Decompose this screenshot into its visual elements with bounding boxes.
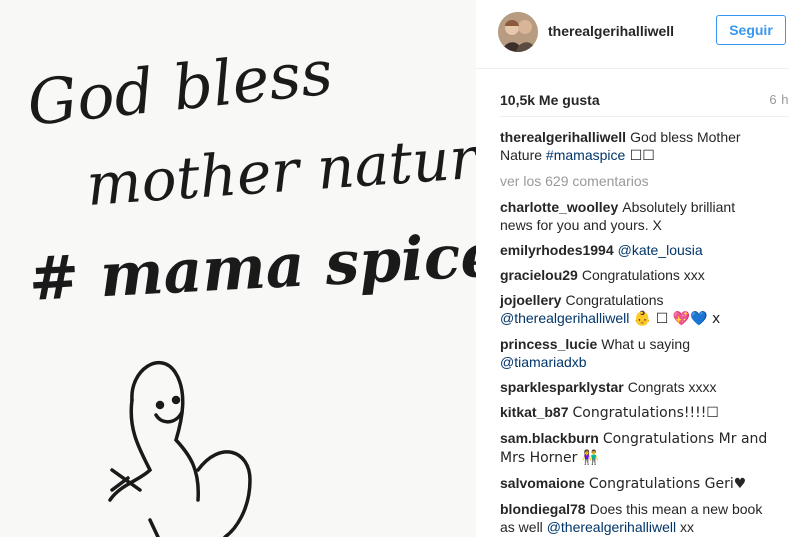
comment-username[interactable]: gracielou29 bbox=[500, 267, 578, 283]
caption-hashtag[interactable]: #mamaspice bbox=[546, 147, 625, 163]
likes-count[interactable]: 10,5k Me gusta bbox=[500, 92, 600, 108]
post-details-panel: therealgerihalliwell Seguir 10,5k Me gus… bbox=[476, 0, 789, 537]
comments-list: therealgerihalliwell God bless Mother Nat… bbox=[500, 128, 768, 543]
comment-text: What u saying bbox=[601, 336, 690, 352]
view-all-comments-link[interactable]: ver los 629 comentarios bbox=[500, 172, 768, 190]
comment-item: sam.blackburn Congratulations Mr and Mrs … bbox=[500, 429, 768, 467]
comment-username[interactable]: jojoellery bbox=[500, 292, 561, 308]
comment-text: Congratulations bbox=[565, 292, 664, 308]
comment-mention[interactable]: @tiamariadxb bbox=[500, 354, 587, 370]
comment-emoji: 👶 ☐ 💖💙 x bbox=[629, 311, 721, 327]
comment-username[interactable]: charlotte_woolley bbox=[500, 199, 618, 215]
comment-text: Congratulations Geri♥ bbox=[588, 476, 747, 492]
comment-username[interactable]: princess_lucie bbox=[500, 336, 597, 352]
post-header: therealgerihalliwell Seguir bbox=[476, 0, 789, 69]
comment-text: Congratulations!!!!☐ bbox=[572, 405, 719, 421]
divider bbox=[500, 116, 789, 117]
likes-row: 10,5k Me gusta 6 h bbox=[500, 92, 789, 110]
comment-item: kitkat_b87 Congratulations!!!!☐ bbox=[500, 403, 768, 422]
comment-username[interactable]: sparklesparklystar bbox=[500, 379, 624, 395]
caption: therealgerihalliwell God bless Mother Nat… bbox=[500, 128, 768, 165]
post-timestamp[interactable]: 6 h bbox=[769, 92, 789, 107]
comment-item: blondiegal78 Does this mean a new book as… bbox=[500, 500, 768, 536]
comment-username[interactable]: emilyrhodes1994 bbox=[500, 242, 614, 258]
comment-item: princess_lucie What u saying @tiamariadxb bbox=[500, 335, 768, 371]
comment-text: Congratulations xxx bbox=[581, 267, 705, 283]
comment-item: gracielou29 Congratulations xxx bbox=[500, 266, 768, 284]
comment-item: jojoellery Congratulations @therealgeriha… bbox=[500, 291, 768, 328]
post-author-username[interactable]: therealgerihalliwell bbox=[548, 23, 674, 39]
comment-username[interactable]: blondiegal78 bbox=[500, 501, 586, 517]
caption-emoji: ☐☐ bbox=[625, 148, 655, 164]
avatar[interactable] bbox=[498, 12, 538, 52]
comment-text: Congrats xxxx bbox=[627, 379, 717, 395]
comment-username[interactable]: sam.blackburn bbox=[500, 430, 599, 446]
comment-username[interactable]: kitkat_b87 bbox=[500, 404, 568, 420]
comment-item: sparklesparklystar Congrats xxxx bbox=[500, 378, 768, 396]
comment-username[interactable]: salvomaione bbox=[500, 475, 585, 491]
comment-item: emilyrhodes1994 @kate_lousia bbox=[500, 241, 768, 259]
comment-mention[interactable]: @kate_lousia bbox=[618, 242, 703, 258]
comment-mention[interactable]: @therealgerihalliwell bbox=[500, 310, 629, 326]
comment-item: charlotte_woolley Absolutely brilliant ne… bbox=[500, 198, 768, 234]
comment-mention[interactable]: @therealgerihalliwell bbox=[547, 519, 676, 535]
comment-item: salvomaione Congratulations Geri♥ bbox=[500, 474, 768, 493]
post-image[interactable]: God bless mother nature # mama spice bbox=[0, 0, 476, 537]
caption-username[interactable]: therealgerihalliwell bbox=[500, 129, 626, 145]
follow-button[interactable]: Seguir bbox=[716, 15, 786, 45]
handwritten-note-drawing: God bless mother nature # mama spice bbox=[0, 0, 476, 537]
comment-text-end: xx bbox=[676, 519, 694, 535]
